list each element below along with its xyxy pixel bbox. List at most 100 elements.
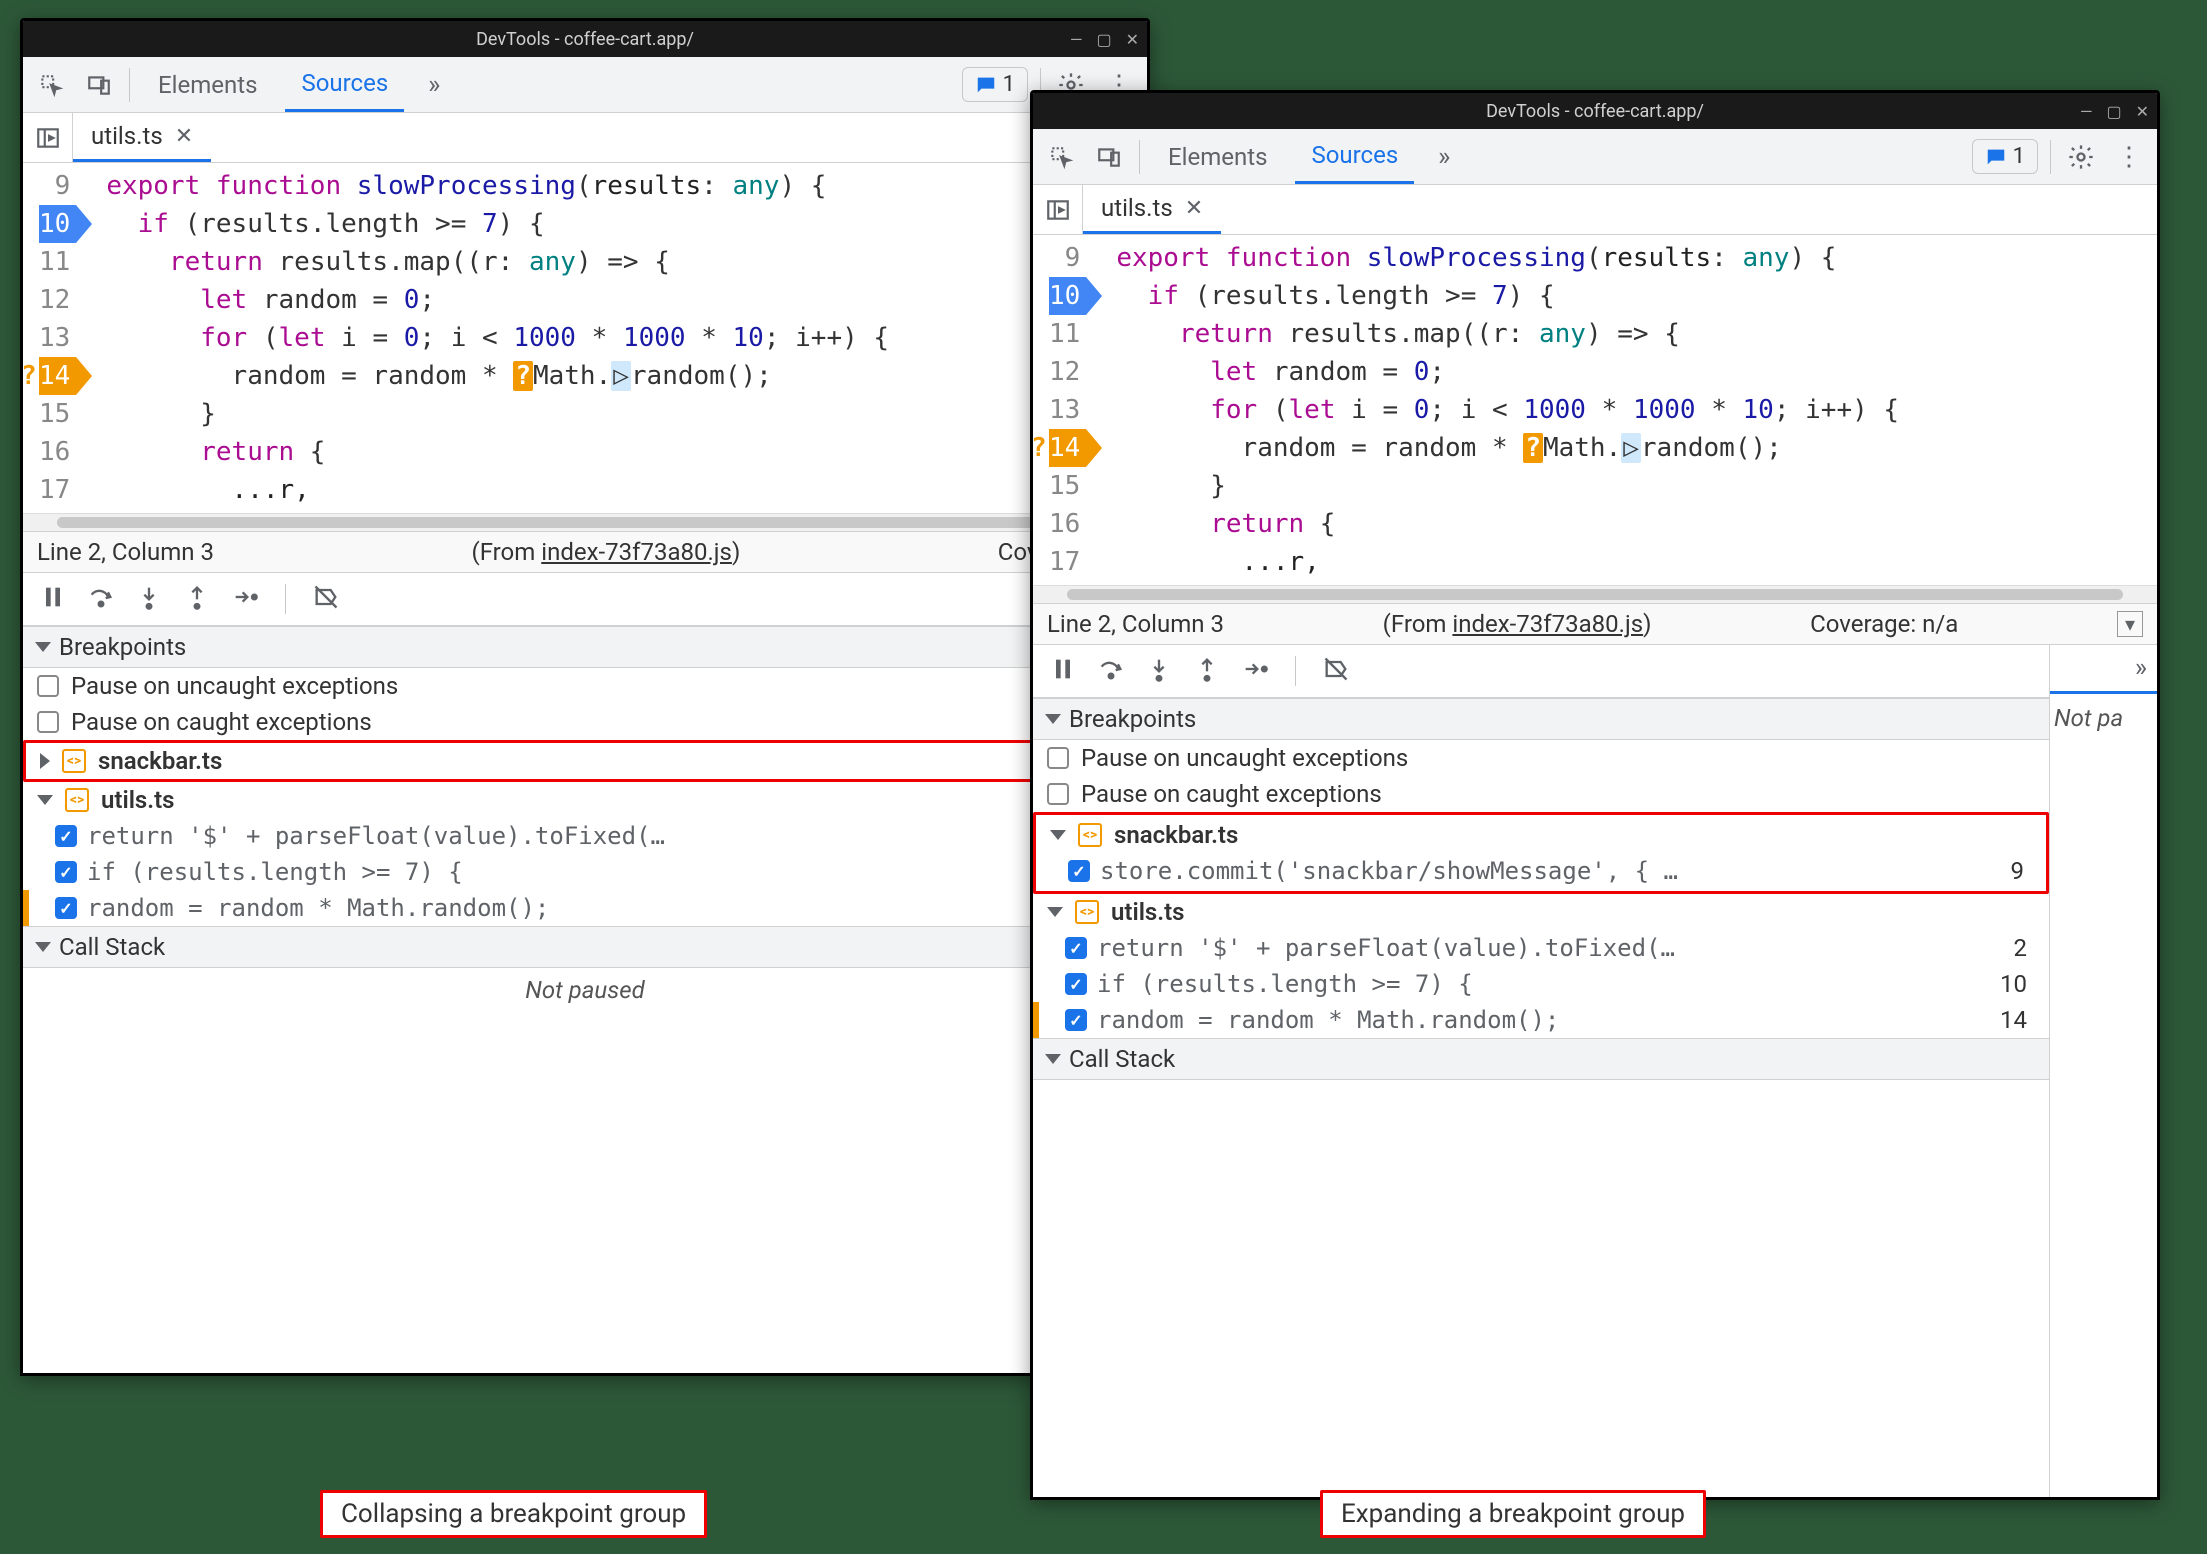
code-editor[interactable]: 91011121314151617 export function slowPr… xyxy=(23,163,1147,513)
checkbox-on-icon[interactable]: ✓ xyxy=(1065,1009,1087,1031)
pause-caught-row[interactable]: Pause on caught exceptions xyxy=(23,704,1147,740)
bp-group-snackbar-collapsed[interactable]: <> snackbar.ts xyxy=(23,740,1147,782)
file-tab-utils[interactable]: utils.ts ✕ xyxy=(1083,185,1221,234)
more-tabs-icon[interactable]: » xyxy=(1426,139,1462,175)
breakpoint-item[interactable]: ✓ return '$' + parseFloat(value).toFixed… xyxy=(1033,930,2049,966)
bp-group-utils[interactable]: <> utils.ts xyxy=(1033,894,2049,930)
step-icon[interactable] xyxy=(231,583,259,615)
tab-sources[interactable]: Sources xyxy=(1295,141,1414,184)
checkbox-on-icon[interactable]: ✓ xyxy=(1065,937,1087,959)
window-title: DevTools - coffee-cart.app/ xyxy=(476,29,694,50)
checkbox-off-icon[interactable] xyxy=(37,711,59,733)
bp-group-label: utils.ts xyxy=(1111,898,1185,926)
tab-elements[interactable]: Elements xyxy=(1152,143,1283,171)
chevron-down-icon xyxy=(1050,830,1066,840)
inspect-icon[interactable] xyxy=(1043,139,1079,175)
main-toolbar: Elements Sources » 1 ⋮ xyxy=(1033,129,2157,185)
cursor-position: Line 2, Column 3 xyxy=(1047,610,1224,638)
source-mapped-from[interactable]: (From index-73f73a80.js) xyxy=(1383,610,1652,638)
close-tab-icon[interactable]: ✕ xyxy=(175,124,193,149)
checkbox-on-icon[interactable]: ✓ xyxy=(55,861,77,883)
pause-uncaught-row[interactable]: Pause on uncaught exceptions xyxy=(23,668,1147,704)
messages-badge[interactable]: 1 xyxy=(962,67,1028,102)
pause-icon[interactable] xyxy=(39,583,67,615)
status-bar: Line 2, Column 3 (From index-73f73a80.js… xyxy=(23,531,1147,573)
not-paused-label: Not pa xyxy=(2050,694,2157,742)
more-tabs-icon[interactable]: » xyxy=(416,67,452,103)
source-mapped-from[interactable]: (From index-73f73a80.js) xyxy=(471,538,740,566)
checkbox-on-icon[interactable]: ✓ xyxy=(55,825,77,847)
bp-group-utils[interactable]: <> utils.ts xyxy=(23,782,1147,818)
callstack-section-header[interactable]: Call Stack xyxy=(1033,1038,2049,1080)
messages-badge[interactable]: 1 xyxy=(1972,139,2038,174)
step-icon[interactable] xyxy=(1241,655,1269,687)
step-over-icon[interactable] xyxy=(87,583,115,615)
debugger-toolbar xyxy=(1033,645,2049,698)
file-tab-utils[interactable]: utils.ts ✕ xyxy=(73,113,211,162)
gear-icon[interactable] xyxy=(2063,139,2099,175)
close-icon[interactable]: ✕ xyxy=(1126,30,1139,49)
chevron-down-icon xyxy=(1045,1054,1061,1064)
device-toggle-icon[interactable] xyxy=(81,67,117,103)
bp-group-snackbar-expanded[interactable]: <> snackbar.ts xyxy=(1036,817,2046,853)
callstack-label: Call Stack xyxy=(1069,1045,1175,1073)
close-tab-icon[interactable]: ✕ xyxy=(1185,196,1203,221)
step-into-icon[interactable] xyxy=(135,583,163,615)
breakpoints-section-header[interactable]: Breakpoints xyxy=(23,626,1147,668)
breakpoint-item[interactable]: ✓ if (results.length >= 7) { 10 xyxy=(23,854,1147,890)
breakpoints-section-header[interactable]: Breakpoints xyxy=(1033,698,2049,740)
breakpoint-item[interactable]: ✓ random = random * Math.random(); 14 xyxy=(23,890,1147,926)
inspect-icon[interactable] xyxy=(33,67,69,103)
close-icon[interactable]: ✕ xyxy=(2136,102,2149,121)
maximize-icon[interactable]: ▢ xyxy=(2106,102,2121,121)
window-title: DevTools - coffee-cart.app/ xyxy=(1486,101,1704,122)
pause-caught-label: Pause on caught exceptions xyxy=(71,708,372,736)
maximize-icon[interactable]: ▢ xyxy=(1096,30,1111,49)
breakpoints-label: Breakpoints xyxy=(1069,705,1196,733)
pause-icon[interactable] xyxy=(1049,655,1077,687)
step-into-icon[interactable] xyxy=(1145,655,1173,687)
horizontal-scrollbar[interactable] xyxy=(23,513,1147,531)
navigator-toggle-icon[interactable] xyxy=(23,113,73,162)
minimize-icon[interactable]: — xyxy=(1070,30,1083,49)
horizontal-scrollbar[interactable] xyxy=(1033,585,2157,603)
breakpoint-item[interactable]: ✓ random = random * Math.random(); 14 xyxy=(1033,1002,2049,1038)
pause-uncaught-row[interactable]: Pause on uncaught exceptions xyxy=(1033,740,2049,776)
ts-file-icon: <> xyxy=(65,788,89,812)
breakpoint-item[interactable]: ✓ store.commit('snackbar/showMessage', {… xyxy=(1036,853,2046,889)
main-toolbar: Elements Sources » 1 ⋮ xyxy=(23,57,1147,113)
ts-file-icon: <> xyxy=(62,749,86,773)
checkbox-off-icon[interactable] xyxy=(1047,783,1069,805)
ts-file-icon: <> xyxy=(1075,900,1099,924)
checkbox-off-icon[interactable] xyxy=(1047,747,1069,769)
callstack-section-header[interactable]: Call Stack xyxy=(23,926,1147,968)
chevron-down-icon xyxy=(35,942,51,952)
chevron-down-icon xyxy=(35,642,51,652)
device-toggle-icon[interactable] xyxy=(1091,139,1127,175)
checkbox-on-icon[interactable]: ✓ xyxy=(1068,860,1090,882)
pause-caught-row[interactable]: Pause on caught exceptions xyxy=(1033,776,2049,812)
debugger-toolbar xyxy=(23,573,1147,626)
step-over-icon[interactable] xyxy=(1097,655,1125,687)
code-editor[interactable]: 91011121314151617 export function slowPr… xyxy=(1033,235,2157,585)
kebab-icon[interactable]: ⋮ xyxy=(2111,139,2147,175)
breakpoint-item[interactable]: ✓ if (results.length >= 7) { 10 xyxy=(1033,966,2049,1002)
deactivate-breakpoints-icon[interactable] xyxy=(1322,655,1350,687)
pause-uncaught-label: Pause on uncaught exceptions xyxy=(71,672,398,700)
overflow-tabs-icon[interactable]: » xyxy=(2050,645,2157,694)
breakpoint-item[interactable]: ✓ return '$' + parseFloat(value).toFixed… xyxy=(23,818,1147,854)
pause-caught-label: Pause on caught exceptions xyxy=(1081,780,1382,808)
checkbox-off-icon[interactable] xyxy=(37,675,59,697)
tab-sources[interactable]: Sources xyxy=(285,69,404,112)
deactivate-breakpoints-icon[interactable] xyxy=(312,583,340,615)
step-out-icon[interactable] xyxy=(183,583,211,615)
conditional-bp-marker xyxy=(23,890,29,926)
checkbox-on-icon[interactable]: ✓ xyxy=(55,897,77,919)
tab-elements[interactable]: Elements xyxy=(142,71,273,99)
checkbox-on-icon[interactable]: ✓ xyxy=(1065,973,1087,995)
navigator-toggle-icon[interactable] xyxy=(1033,185,1083,234)
coverage-dropdown-icon[interactable]: ▾ xyxy=(2117,611,2143,637)
step-out-icon[interactable] xyxy=(1193,655,1221,687)
chevron-right-icon xyxy=(40,753,50,769)
minimize-icon[interactable]: — xyxy=(2080,102,2093,121)
